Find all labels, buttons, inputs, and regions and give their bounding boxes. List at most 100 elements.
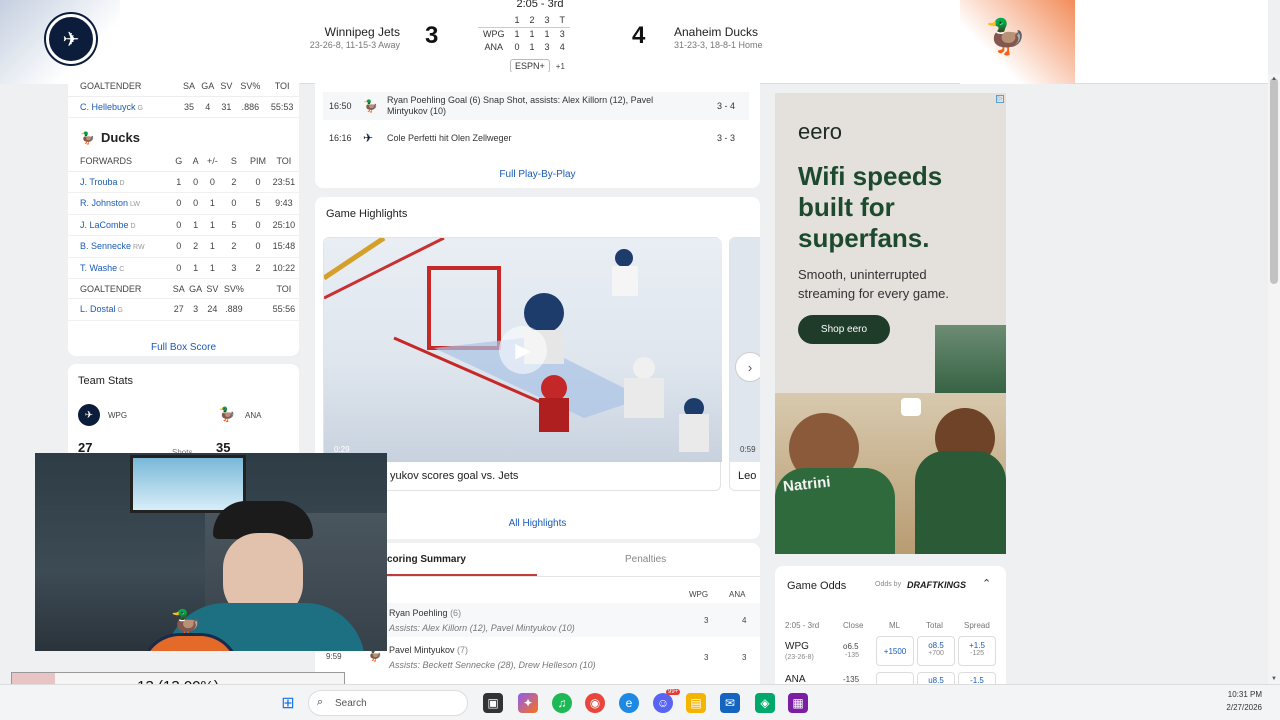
clock-time[interactable]: 10:31 PM xyxy=(1200,690,1262,699)
linescore-cell: 1 xyxy=(544,28,550,39)
stat-cell: 23:51 xyxy=(268,171,299,193)
scroll-down-icon[interactable]: ▼ xyxy=(1271,676,1277,682)
stat-cell: 2 xyxy=(186,235,205,258)
video-thumbnail[interactable]: ▶ 0:29 xyxy=(324,238,722,462)
player-link[interactable]: J. Trouba xyxy=(80,177,118,187)
app-grid-icon[interactable]: ▦ xyxy=(788,693,808,713)
page-scrollbar[interactable] xyxy=(1268,74,1280,684)
taskbar-search-box[interactable]: ⌕ Search xyxy=(308,690,468,716)
clock-date[interactable]: 2/27/2026 xyxy=(1200,703,1262,712)
outlook-icon[interactable]: ✉ xyxy=(720,693,740,713)
odds-ml-button[interactable] xyxy=(876,672,914,684)
stat-cell: 1 xyxy=(204,235,221,258)
scroll-up-icon[interactable]: ▲ xyxy=(1271,76,1277,82)
col-header: TOI xyxy=(265,76,299,97)
away-team-name[interactable]: Winnipeg Jets xyxy=(300,25,400,39)
odds-ml-button[interactable]: +1500 xyxy=(876,636,914,666)
shop-eero-button[interactable]: Shop eero xyxy=(798,315,890,344)
player-link[interactable]: L. Dostal xyxy=(80,304,116,314)
copilot-icon[interactable]: ✦ xyxy=(518,693,538,713)
video-caption[interactable]: Leo xyxy=(738,470,756,482)
windows-start-icon[interactable]: ⊞ xyxy=(278,693,298,713)
play-time: 16:50 xyxy=(329,101,352,111)
tab-penalties[interactable]: Penalties xyxy=(625,554,666,565)
play-row[interactable]: 16:16 ✈ Cole Perfetti hit Olen Zellweger… xyxy=(323,124,749,152)
odds-spread2: -125 xyxy=(969,650,984,657)
ad-headline: Wifi speeds built for superfans. xyxy=(798,161,943,253)
player-link[interactable]: J. LaCombe xyxy=(80,220,129,230)
play-time: 16:16 xyxy=(329,133,352,143)
jets-logo[interactable]: ✈ xyxy=(46,14,96,64)
player-pos: D xyxy=(119,179,125,187)
edge-icon[interactable]: e xyxy=(619,693,639,713)
table-row: J. LaCombe D 0 1 1 5 0 25:10 xyxy=(68,214,299,236)
player-link[interactable]: T. Washe xyxy=(80,263,117,273)
video-caption[interactable]: yukov scores goal vs. Jets xyxy=(390,470,518,482)
score-home: 4 xyxy=(742,616,747,625)
col-home: ANA xyxy=(729,590,746,599)
player-link[interactable]: C. Hellebuyck xyxy=(80,102,136,112)
scrollbar-thumb[interactable] xyxy=(1270,78,1278,284)
ducks-logo[interactable]: 🦆 xyxy=(980,12,1032,62)
stat-cell: 3 xyxy=(186,298,205,321)
webcam-overlay: 🦆 xyxy=(35,453,387,651)
tab-scoring-summary[interactable]: coring Summary xyxy=(387,554,466,565)
odds-total-button[interactable]: u8.5 xyxy=(917,672,955,684)
espn-plus-badge[interactable]: ESPN+ xyxy=(510,59,550,73)
eero-ad[interactable]: ▷ eero Wifi speeds built for superfans. … xyxy=(775,93,1006,554)
stat-cell: .886 xyxy=(235,96,266,118)
ducks-section-header: 🦆 Ducks xyxy=(68,118,299,151)
stat-cell: 15:48 xyxy=(268,235,299,258)
chrome-icon[interactable]: ◉ xyxy=(585,693,605,713)
home-team-name[interactable]: Anaheim Ducks xyxy=(674,25,758,39)
taskbar-search-label: Search xyxy=(335,698,367,709)
ducks-play-icon: 🦆 xyxy=(363,99,378,113)
full-play-by-play-link[interactable]: Full Play-By-Play xyxy=(499,169,575,180)
ducks-mini-logo: 🦆 xyxy=(218,406,236,422)
more-networks[interactable]: +1 xyxy=(556,62,565,71)
stat-cell: 2 xyxy=(220,171,248,193)
col-header: SV xyxy=(217,76,236,97)
stat-cell: 9:43 xyxy=(268,192,299,215)
full-box-score-link[interactable]: Full Box Score xyxy=(151,342,216,353)
odds-spread-button[interactable]: -1.5 xyxy=(958,672,996,684)
draftkings-logo[interactable]: DRAFTKINGS xyxy=(907,580,966,590)
odds-col-total: Total xyxy=(926,621,943,630)
player-link[interactable]: B. Sennecke xyxy=(80,241,131,251)
stat-cell: 0 xyxy=(186,171,205,193)
ad-choices-icon[interactable]: ▷ xyxy=(996,95,1004,103)
odds-total-button[interactable]: o8.5 +700 xyxy=(917,636,955,666)
carousel-next-icon[interactable]: › xyxy=(735,352,760,382)
stat-cell: 2 xyxy=(247,257,269,279)
windows-taskbar: ⊞ ⌕ Search ▣ ✦ ♫ ◉ e ☺ 99+ ▤ ✉ ◈ ▦ 10:31… xyxy=(0,684,1280,720)
spotify-icon[interactable]: ♫ xyxy=(552,693,572,713)
col-header: PIM xyxy=(247,151,269,172)
play-row[interactable]: 16:50 🦆 Ryan Poehling Goal (6) Snap Shot… xyxy=(323,92,749,120)
linescore-period: 2 xyxy=(529,15,535,26)
stat-cell: 55:53 xyxy=(265,96,299,118)
table-row: C. Hellebuyck G 35 4 31 .886 55:53 xyxy=(68,96,299,118)
col-header: SV% xyxy=(220,278,248,299)
file-explorer-icon[interactable]: ▤ xyxy=(686,693,706,713)
odds-by-label: Odds by xyxy=(875,581,902,588)
all-highlights-link[interactable]: All Highlights xyxy=(509,518,567,529)
task-view-icon[interactable]: ▣ xyxy=(483,693,503,713)
ducks-forwards-table: FORWARDS G A +/- S PIM TOI J. Trouba D 1 … xyxy=(68,151,299,321)
odds-team: WPG xyxy=(785,641,809,652)
ad-subtext: Smooth, uninterrupted streaming for ever… xyxy=(798,267,950,301)
player-link[interactable]: R. Johnston xyxy=(80,198,128,208)
team-stats-title: Team Stats xyxy=(78,375,134,387)
video-thumbnail[interactable] xyxy=(730,238,760,462)
odds-spread-button[interactable]: +1.5 -125 xyxy=(958,636,996,666)
discord-icon[interactable]: ☺ xyxy=(653,693,673,713)
xbox-icon[interactable]: ◈ xyxy=(755,693,775,713)
player-pos: RW xyxy=(133,244,145,252)
linescore-cell: 4 xyxy=(559,41,565,52)
stat-cell: 0 xyxy=(170,235,187,258)
table-row: L. Dostal G 27 3 24 .889 55:56 xyxy=(68,298,299,321)
chevron-up-icon[interactable]: ⌃ xyxy=(982,577,991,590)
play-icon[interactable]: ▶ xyxy=(499,326,547,374)
full-pbp-wrap: Full Play-By-Play xyxy=(315,164,760,182)
player-pos: G xyxy=(137,104,143,112)
stat-cell: 5 xyxy=(247,192,269,215)
